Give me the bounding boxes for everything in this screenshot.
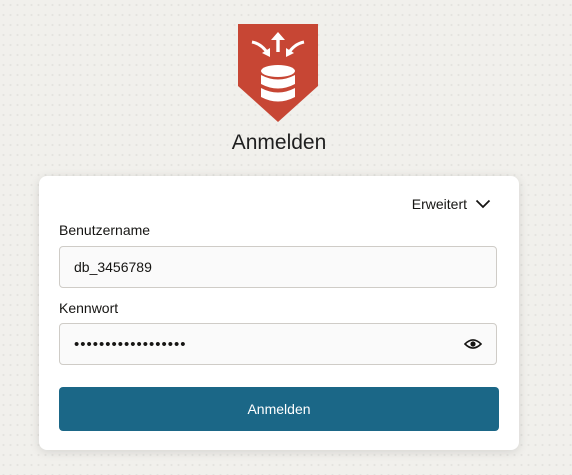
app-logo-icon <box>238 24 318 122</box>
eye-icon[interactable] <box>464 337 482 351</box>
password-value: •••••••••••••••••• <box>74 335 187 353</box>
username-label: Benutzername <box>59 222 151 238</box>
advanced-toggle[interactable]: Erweitert <box>412 196 491 212</box>
chevron-down-icon <box>475 199 491 209</box>
username-value: db_3456789 <box>74 259 152 275</box>
password-input[interactable]: •••••••••••••••••• <box>59 323 497 365</box>
advanced-label: Erweitert <box>411 196 467 212</box>
password-label: Kennwort <box>59 300 119 316</box>
page-title: Anmelden <box>231 131 327 154</box>
username-input[interactable]: db_3456789 <box>59 246 497 288</box>
sign-in-button[interactable]: Anmelden <box>59 387 499 431</box>
login-card: Erweitert Benutzername db_3456789 Kennwo… <box>39 176 519 450</box>
